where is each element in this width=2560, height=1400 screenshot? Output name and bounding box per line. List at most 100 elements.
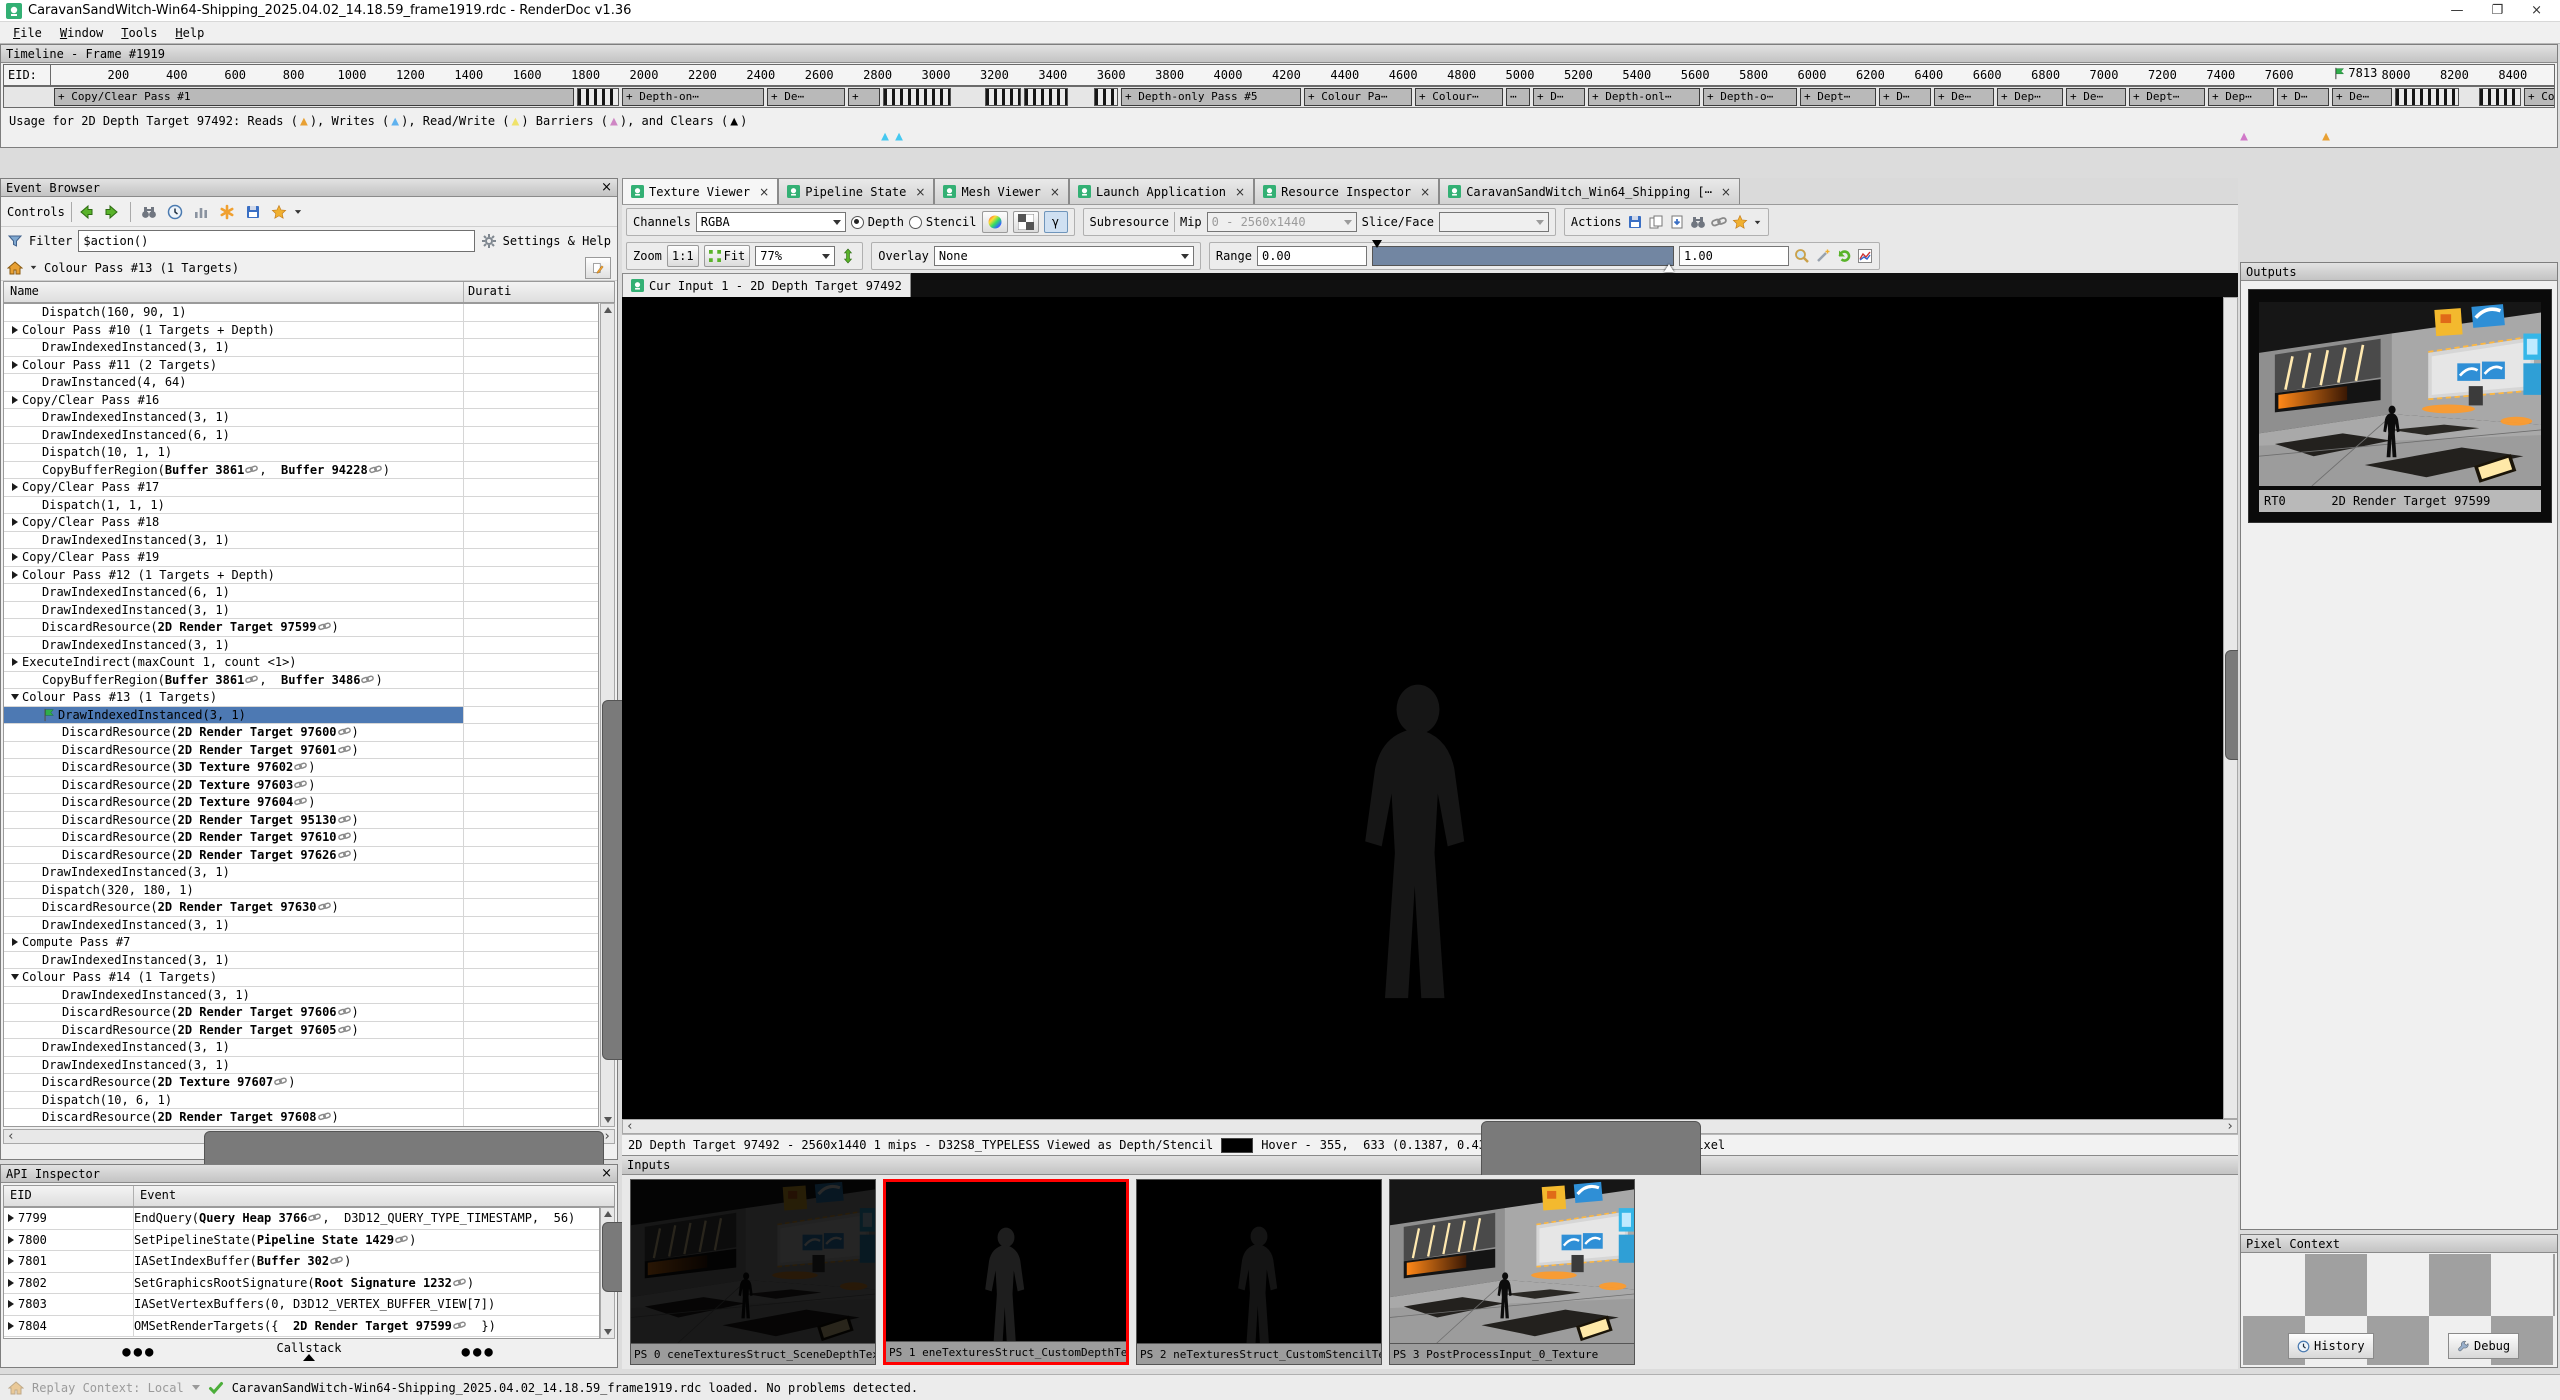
depth-radio[interactable]: Depth — [851, 215, 904, 229]
event-row[interactable]: DiscardResource(2D Render Target 97630) — [4, 899, 598, 917]
callstack-label[interactable]: Callstack — [276, 1343, 341, 1354]
timeline-ruler[interactable]: EID: 20040060080010001200140016001800200… — [3, 64, 2555, 86]
menu-tools[interactable]: Tools — [112, 25, 166, 41]
event-row[interactable]: DrawIndexedInstanced(6, 1) — [4, 584, 598, 602]
current-eid-flag[interactable]: 7813 — [2333, 66, 2377, 80]
pass-segment[interactable]: + De⋯ — [1934, 88, 1994, 106]
pass-segment[interactable]: + De⋯ — [767, 88, 845, 106]
floppy-icon[interactable] — [245, 204, 261, 220]
scroll-down-icon[interactable] — [604, 1329, 612, 1335]
pass-segment[interactable]: ⋯ — [1506, 88, 1530, 106]
expand-toggle-icon[interactable] — [4, 1257, 18, 1265]
api-inspector-close-icon[interactable]: × — [601, 1167, 612, 1180]
event-row[interactable]: DiscardResource(2D Render Target 97600) — [4, 724, 598, 742]
history-button[interactable]: History — [2288, 1333, 2374, 1359]
event-tick-cluster[interactable] — [577, 88, 619, 106]
event-row[interactable]: Dispatch(1, 1, 1) — [4, 497, 598, 515]
event-row[interactable]: DrawIndexedInstanced(3, 1) — [4, 409, 598, 427]
pass-segment[interactable]: + Depth-onl⋯ — [1588, 88, 1700, 106]
callstack-footer[interactable]: ●●● Callstack ●●● — [3, 1339, 615, 1365]
settings-help-link[interactable]: Settings & Help — [503, 234, 611, 248]
tab-close-icon[interactable]: × — [1721, 185, 1731, 199]
event-row[interactable]: ExecuteIndirect(maxCount 1, count <1>) — [4, 654, 598, 672]
scroll-left-icon[interactable]: ‹ — [626, 1119, 634, 1134]
event-tick-cluster[interactable] — [1094, 88, 1118, 106]
pass-segment[interactable]: + Depth-o⋯ — [1703, 88, 1797, 106]
event-row[interactable]: DrawIndexedInstanced(3, 1) — [4, 602, 598, 620]
input-thumbnail[interactable]: PS 2 neTexturesStruct_CustomStencilText — [1136, 1179, 1382, 1365]
resource-link-icon[interactable] — [338, 830, 351, 843]
event-browser-vertical-scrollbar[interactable] — [600, 303, 615, 1127]
stats-icon[interactable] — [193, 204, 209, 220]
expand-toggle-icon[interactable] — [8, 326, 22, 334]
menu-window[interactable]: Window — [51, 25, 112, 41]
event-row[interactable]: DiscardResource(2D Texture 97604) — [4, 794, 598, 812]
pass-segment[interactable]: + Copy/Clear Pass #1 — [54, 88, 574, 106]
checkerboard-background-button[interactable] — [1013, 211, 1039, 233]
event-row[interactable]: Colour Pass #13 (1 Targets) — [4, 689, 598, 707]
pass-segment[interactable]: + — [848, 88, 880, 106]
expand-toggle-icon[interactable] — [8, 518, 22, 526]
api-event-row[interactable]: 7804OMSetRenderTargets({ 2D Render Targe… — [4, 1316, 599, 1338]
range-min-input[interactable] — [1257, 246, 1367, 266]
pass-segment[interactable]: + De⋯ — [2332, 88, 2392, 106]
range-max-input[interactable] — [1679, 246, 1789, 266]
event-row[interactable]: DrawIndexedInstanced(3, 1) — [4, 532, 598, 550]
event-row[interactable]: DiscardResource(2D Texture 97607) — [4, 1074, 598, 1092]
autofit-wand-icon[interactable] — [1815, 248, 1831, 264]
event-row[interactable]: Copy/Clear Pass #16 — [4, 392, 598, 410]
tab-close-icon[interactable]: × — [759, 185, 769, 199]
stencil-radio[interactable]: Stencil — [909, 215, 977, 229]
flip-vertical-icon[interactable] — [840, 248, 856, 264]
expand-toggle-icon[interactable] — [8, 571, 22, 579]
texture-viewport[interactable] — [622, 297, 2238, 1119]
pass-segment[interactable]: + D⋯ — [2277, 88, 2329, 106]
event-row[interactable]: DiscardResource(2D Render Target 97608) — [4, 1109, 598, 1127]
event-row[interactable]: DiscardResource(2D Render Target 97606) — [4, 1004, 598, 1022]
tab-close-icon[interactable]: × — [1050, 185, 1060, 199]
resource-link-icon[interactable] — [274, 1075, 287, 1088]
event-row[interactable]: DrawIndexedInstanced(6, 1) — [4, 427, 598, 445]
tab-mesh-viewer[interactable]: Mesh Viewer× — [934, 178, 1069, 204]
scroll-up-icon[interactable] — [604, 1211, 612, 1217]
edit-bookmarks-button[interactable] — [585, 257, 611, 279]
expand-toggle-icon[interactable] — [8, 483, 22, 491]
mip-select[interactable]: 0 - 2560x1440 — [1207, 212, 1357, 232]
event-row[interactable]: Dispatch(10, 1, 1) — [4, 444, 598, 462]
resource-link-icon[interactable] — [308, 1211, 321, 1224]
expand-toggle-icon[interactable] — [8, 361, 22, 369]
expand-toggle-icon[interactable] — [8, 694, 22, 700]
fit-button[interactable]: Fit — [704, 245, 751, 267]
event-row[interactable]: Compute Pass #7 — [4, 934, 598, 952]
goto-icon[interactable] — [1690, 214, 1706, 230]
api-vertical-scrollbar[interactable] — [600, 1207, 615, 1339]
asterisk-icon[interactable] — [219, 204, 235, 220]
timeline-pass-bar[interactable]: + Copy/Clear Pass #1+ Depth-on⋯+ De⋯++ D… — [3, 86, 2555, 108]
replay-context-caret-icon[interactable] — [192, 1385, 200, 1390]
event-row[interactable]: DrawIndexedInstanced(3, 1) — [4, 987, 598, 1005]
minimize-button[interactable]: — — [2450, 3, 2463, 18]
callstack-expand-icon[interactable] — [303, 1354, 315, 1361]
scroll-down-icon[interactable] — [604, 1117, 612, 1123]
event-browser-close-icon[interactable]: × — [601, 181, 612, 194]
event-row[interactable]: DrawIndexedInstanced(3, 1) — [4, 1057, 598, 1075]
pass-segment[interactable]: + Depth-on⋯ — [622, 88, 764, 106]
expand-toggle-icon[interactable] — [4, 1236, 18, 1244]
event-row[interactable]: DiscardResource(2D Render Target 97610) — [4, 829, 598, 847]
event-row[interactable]: Copy/Clear Pass #18 — [4, 514, 598, 532]
home-icon[interactable] — [7, 260, 23, 276]
close-button[interactable]: × — [2531, 3, 2542, 18]
pass-segment[interactable]: + D⋯ — [1533, 88, 1585, 106]
api-event-row[interactable]: 7801IASetIndexBuffer(Buffer 302) — [4, 1251, 599, 1273]
resource-link-icon[interactable] — [330, 1254, 343, 1267]
event-row[interactable]: Colour Pass #10 (1 Targets + Depth) — [4, 322, 598, 340]
api-event-list[interactable]: 7799EndQuery(Query Heap 3766, D3D12_QUER… — [3, 1207, 600, 1339]
expand-toggle-icon[interactable] — [4, 1279, 18, 1287]
column-duration[interactable]: Durati — [464, 282, 614, 302]
api-column-headers[interactable]: EID Event — [3, 1185, 615, 1207]
breadcrumb[interactable]: Colour Pass #13 (1 Targets) — [44, 261, 239, 275]
expand-toggle-icon[interactable] — [8, 938, 22, 946]
pass-segment[interactable]: + Colour⋯ — [2524, 88, 2555, 106]
binoculars-icon[interactable] — [141, 204, 157, 220]
event-row[interactable]: CopyBufferRegion(Buffer 3861, Buffer 348… — [4, 672, 598, 690]
